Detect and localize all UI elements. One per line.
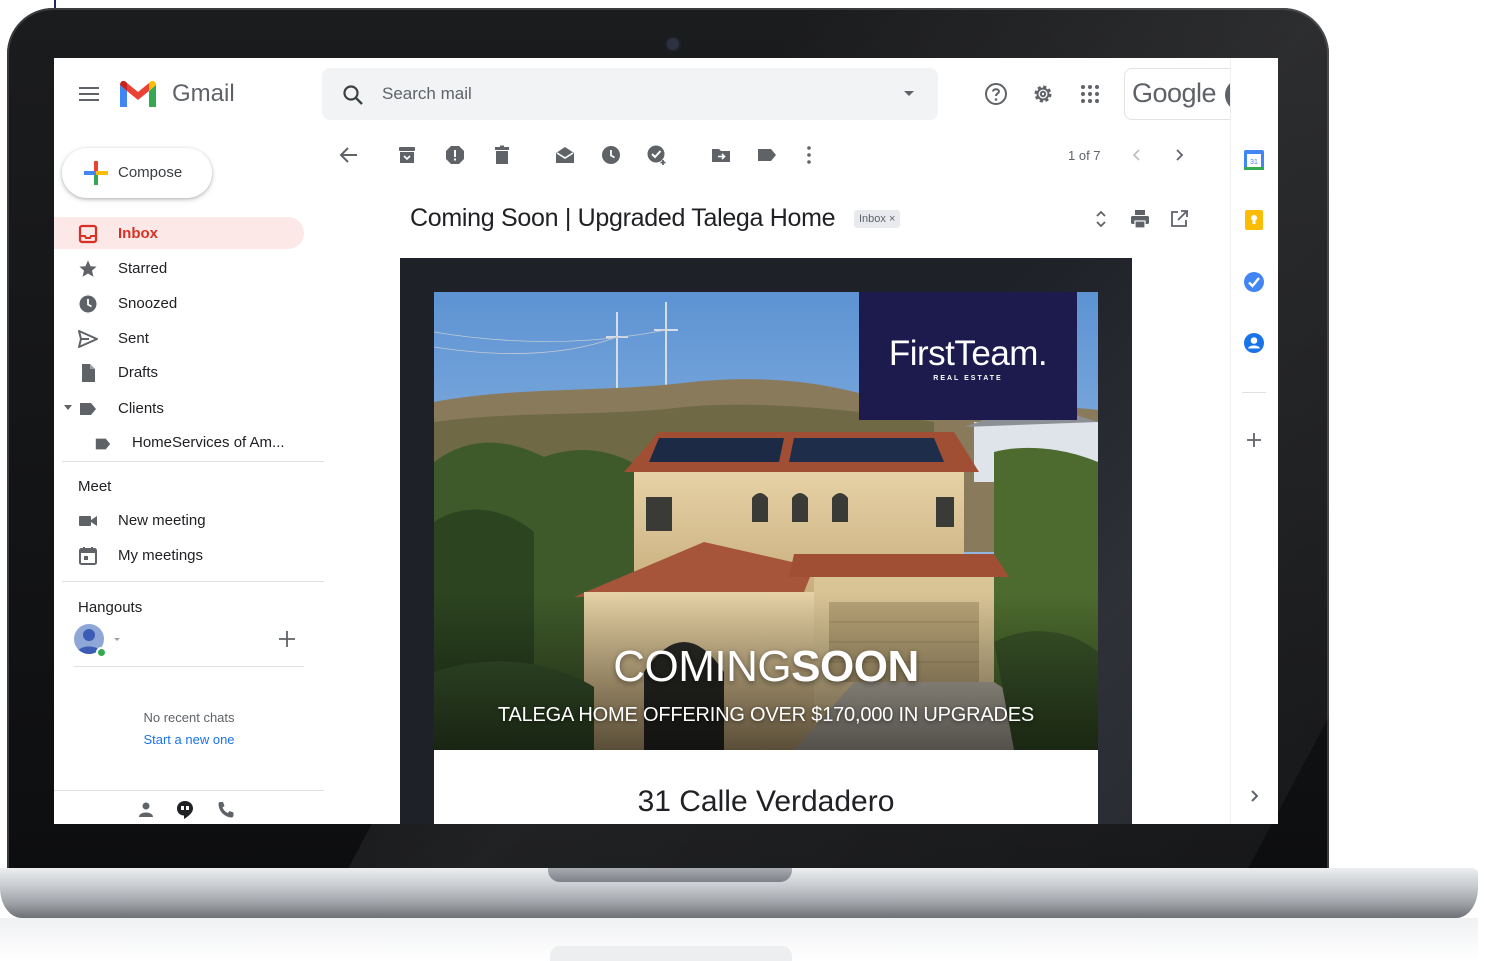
sidebar-item-snoozed[interactable]: Snoozed <box>54 287 304 319</box>
clock-icon <box>79 295 97 313</box>
draft-icon <box>82 364 95 382</box>
back-arrow-icon[interactable] <box>338 144 360 166</box>
sidebar-item-drafts[interactable]: Drafts <box>54 356 304 388</box>
start-new-chat-link[interactable]: Start a new one <box>54 732 324 747</box>
collapse-arrow-icon[interactable] <box>64 405 72 411</box>
get-addons-plus-icon[interactable] <box>1242 428 1266 452</box>
calendar-app-icon[interactable]: 31 <box>1242 148 1266 172</box>
search-input[interactable] <box>382 80 882 108</box>
snooze-clock-icon[interactable] <box>600 144 622 166</box>
video-camera-icon <box>79 516 97 526</box>
archive-icon[interactable] <box>396 144 418 166</box>
keep-notes-icon[interactable] <box>1242 208 1266 232</box>
compose-label: Compose <box>118 164 183 181</box>
gmail-screen: Gmail Google K Compose <box>54 58 1278 824</box>
sidebar-item-label: Drafts <box>118 364 159 381</box>
meet-title: Meet <box>78 478 112 495</box>
firstteam-logo-subtext: REAL ESTATE <box>933 375 1003 382</box>
firstteam-logo-text: FirstTeam. <box>888 334 1048 373</box>
meet-item-label: New meeting <box>118 512 206 529</box>
inbox-label-chip[interactable]: Inbox × <box>854 210 901 228</box>
label-icon <box>80 403 96 415</box>
meet-item-new-meeting[interactable]: New meeting <box>54 504 304 536</box>
report-spam-icon[interactable] <box>444 144 466 166</box>
sidebar-item-starred[interactable]: Starred <box>54 252 304 284</box>
hangouts-divider <box>74 666 304 667</box>
inbox-icon <box>78 224 98 244</box>
mark-unread-icon[interactable] <box>554 144 576 166</box>
sidebar-divider <box>62 581 324 582</box>
label-icon <box>95 438 111 450</box>
phone-call-icon[interactable] <box>216 800 236 820</box>
laptop-notch <box>548 868 792 882</box>
side-panel-divider <box>1242 392 1266 393</box>
status-caret-icon[interactable] <box>114 638 120 641</box>
older-chevron-right-icon[interactable] <box>1168 144 1190 166</box>
property-address: 31 Calle Verdadero <box>637 785 895 818</box>
search-options-icon[interactable] <box>904 91 914 96</box>
sidebar-item-clients[interactable]: Clients <box>54 392 304 424</box>
show-side-panel-chevron-icon[interactable] <box>1242 784 1266 808</box>
help-icon[interactable] <box>984 82 1008 106</box>
google-wordmark: Google <box>1132 78 1217 108</box>
no-recent-chats-text: No recent chats <box>143 710 235 725</box>
coming-soon-headline: COMINGSOON <box>434 642 1098 692</box>
contacts-person-icon[interactable] <box>136 800 156 820</box>
expand-collapse-icon[interactable] <box>1090 208 1112 230</box>
sidebar-item-inbox[interactable]: Inbox <box>54 217 304 249</box>
gmail-wordmark: Gmail <box>172 80 235 107</box>
contacts-icon[interactable] <box>1242 331 1266 355</box>
sidebar-item-label: Sent <box>118 330 149 347</box>
main-menu-icon[interactable] <box>78 85 100 103</box>
print-icon[interactable] <box>1129 208 1151 230</box>
tasks-icon[interactable] <box>1242 270 1266 294</box>
svg-text:31: 31 <box>1250 159 1258 166</box>
meet-item-label: My meetings <box>118 547 204 564</box>
apps-grid-icon[interactable] <box>1078 82 1102 106</box>
send-icon <box>78 330 98 348</box>
compose-button[interactable]: Compose <box>62 148 212 198</box>
headline-light: COMING <box>613 642 792 691</box>
sidebar-item-label: Inbox <box>118 225 158 242</box>
sidebar-item-label: Starred <box>118 260 168 277</box>
email-subject: Coming Soon | Upgraded Talega Home <box>410 204 836 232</box>
more-options-icon[interactable] <box>798 144 820 166</box>
compose-plus-icon <box>84 161 108 185</box>
sidebar-item-sent[interactable]: Sent <box>54 322 304 354</box>
headline-bold: SOON <box>791 642 919 691</box>
laptop-reflection-notch <box>550 946 792 961</box>
hangouts-title: Hangouts <box>78 599 143 616</box>
sidebar-divider <box>62 461 324 462</box>
star-icon <box>79 260 97 277</box>
sidebar-item-label: Clients <box>118 400 164 417</box>
add-chat-icon[interactable] <box>276 628 298 650</box>
camera <box>667 38 679 50</box>
sidebar-item-label: Snoozed <box>118 295 178 312</box>
move-to-folder-icon[interactable] <box>710 144 732 166</box>
search-icon[interactable] <box>342 84 364 106</box>
label-tag-icon[interactable] <box>756 144 778 166</box>
sidebar-item-homeservices[interactable]: HomeServices of Am... <box>54 426 324 458</box>
add-to-tasks-icon[interactable] <box>646 144 668 166</box>
online-status-dot <box>96 647 107 658</box>
hangouts-chat-icon[interactable] <box>175 800 195 820</box>
newer-chevron-left-icon[interactable] <box>1126 144 1148 166</box>
pagination-count: 1 of 7 <box>1068 148 1101 163</box>
gmail-logo-icon[interactable] <box>118 79 158 109</box>
open-new-window-icon[interactable] <box>1168 208 1190 230</box>
calendar-icon <box>79 547 97 565</box>
delete-trash-icon[interactable] <box>491 144 513 166</box>
sidebar-item-label: HomeServices of Am... <box>132 434 285 451</box>
sidebar-bottom-divider <box>54 790 324 791</box>
settings-gear-icon[interactable] <box>1031 82 1055 106</box>
meet-item-my-meetings[interactable]: My meetings <box>54 539 304 571</box>
offer-subline: TALEGA HOME OFFERING OVER $170,000 IN UP… <box>497 704 1035 726</box>
